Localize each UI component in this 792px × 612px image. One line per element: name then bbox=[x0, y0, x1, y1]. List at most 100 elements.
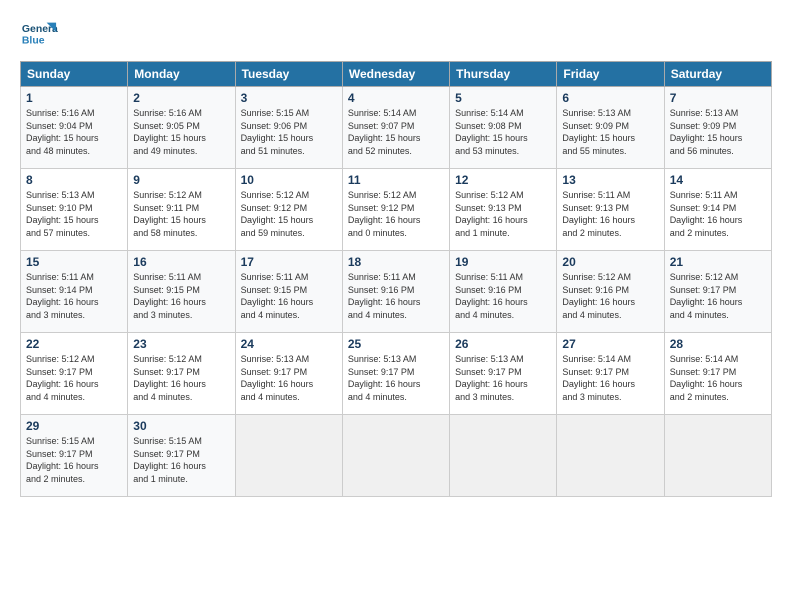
calendar-cell: 15 Sunrise: 5:11 AMSunset: 9:14 PMDayligh… bbox=[21, 251, 128, 333]
cell-info: Sunrise: 5:11 AMSunset: 9:15 PMDaylight:… bbox=[133, 272, 206, 320]
cell-info: Sunrise: 5:14 AMSunset: 9:08 PMDaylight:… bbox=[455, 108, 528, 156]
cell-info: Sunrise: 5:12 AMSunset: 9:16 PMDaylight:… bbox=[562, 272, 635, 320]
calendar-cell: 30 Sunrise: 5:15 AMSunset: 9:17 PMDayligh… bbox=[128, 415, 235, 497]
day-number: 30 bbox=[133, 419, 229, 433]
calendar-cell: 5 Sunrise: 5:14 AMSunset: 9:08 PMDaylight… bbox=[450, 87, 557, 169]
calendar-cell: 1 Sunrise: 5:16 AMSunset: 9:04 PMDaylight… bbox=[21, 87, 128, 169]
cell-info: Sunrise: 5:13 AMSunset: 9:17 PMDaylight:… bbox=[241, 354, 314, 402]
day-number: 23 bbox=[133, 337, 229, 351]
calendar-cell: 22 Sunrise: 5:12 AMSunset: 9:17 PMDayligh… bbox=[21, 333, 128, 415]
day-number: 26 bbox=[455, 337, 551, 351]
day-number: 20 bbox=[562, 255, 658, 269]
calendar-cell: 14 Sunrise: 5:11 AMSunset: 9:14 PMDayligh… bbox=[664, 169, 771, 251]
cell-info: Sunrise: 5:11 AMSunset: 9:16 PMDaylight:… bbox=[455, 272, 528, 320]
day-number: 25 bbox=[348, 337, 444, 351]
day-number: 29 bbox=[26, 419, 122, 433]
calendar-cell: 18Sunrise: 5:11 AMSunset: 9:16 PMDayligh… bbox=[342, 251, 449, 333]
calendar-cell bbox=[235, 415, 342, 497]
cell-info: Sunrise: 5:12 AMSunset: 9:17 PMDaylight:… bbox=[133, 354, 206, 402]
calendar-cell: 26 Sunrise: 5:13 AMSunset: 9:17 PMDayligh… bbox=[450, 333, 557, 415]
cell-info: Sunrise: 5:15 AMSunset: 9:17 PMDaylight:… bbox=[133, 436, 206, 484]
cell-info: Sunrise: 5:15 AMSunset: 9:06 PMDaylight:… bbox=[241, 108, 314, 156]
cell-info: Sunrise: 5:13 AMSunset: 9:17 PMDaylight:… bbox=[455, 354, 528, 402]
cell-info: Sunrise: 5:12 AMSunset: 9:12 PMDaylight:… bbox=[241, 190, 314, 238]
day-number: 27 bbox=[562, 337, 658, 351]
day-number: 18 bbox=[348, 255, 444, 269]
day-number: 14 bbox=[670, 173, 766, 187]
header-cell-sunday: Sunday bbox=[21, 62, 128, 87]
calendar-cell: 4 Sunrise: 5:14 AMSunset: 9:07 PMDaylight… bbox=[342, 87, 449, 169]
week-row-1: 1 Sunrise: 5:16 AMSunset: 9:04 PMDaylight… bbox=[21, 87, 772, 169]
header: General Blue bbox=[20, 15, 772, 53]
page: General Blue SundayMondayTuesdayWednesda… bbox=[0, 0, 792, 612]
day-number: 9 bbox=[133, 173, 229, 187]
day-number: 11 bbox=[348, 173, 444, 187]
calendar-cell: 11Sunrise: 5:12 AMSunset: 9:12 PMDayligh… bbox=[342, 169, 449, 251]
header-row: SundayMondayTuesdayWednesdayThursdayFrid… bbox=[21, 62, 772, 87]
calendar-cell: 17 Sunrise: 5:11 AMSunset: 9:15 PMDayligh… bbox=[235, 251, 342, 333]
day-number: 28 bbox=[670, 337, 766, 351]
calendar-cell: 9 Sunrise: 5:12 AMSunset: 9:11 PMDaylight… bbox=[128, 169, 235, 251]
calendar-cell: 12 Sunrise: 5:12 AMSunset: 9:13 PMDayligh… bbox=[450, 169, 557, 251]
cell-info: Sunrise: 5:11 AMSunset: 9:13 PMDaylight:… bbox=[562, 190, 635, 238]
header-cell-saturday: Saturday bbox=[664, 62, 771, 87]
day-number: 10 bbox=[241, 173, 337, 187]
cell-info: Sunrise: 5:12 AMSunset: 9:17 PMDaylight:… bbox=[26, 354, 99, 402]
day-number: 12 bbox=[455, 173, 551, 187]
cell-info: Sunrise: 5:12 AMSunset: 9:11 PMDaylight:… bbox=[133, 190, 206, 238]
logo: General Blue bbox=[20, 15, 58, 53]
calendar-cell bbox=[342, 415, 449, 497]
day-number: 24 bbox=[241, 337, 337, 351]
day-number: 5 bbox=[455, 91, 551, 105]
cell-info: Sunrise: 5:14 AMSunset: 9:07 PMDaylight:… bbox=[348, 108, 421, 156]
calendar-cell bbox=[664, 415, 771, 497]
calendar-cell: 28 Sunrise: 5:14 AMSunset: 9:17 PMDayligh… bbox=[664, 333, 771, 415]
cell-info: Sunrise: 5:16 AMSunset: 9:04 PMDaylight:… bbox=[26, 108, 99, 156]
day-number: 1 bbox=[26, 91, 122, 105]
cell-info: Sunrise: 5:11 AMSunset: 9:14 PMDaylight:… bbox=[26, 272, 99, 320]
cell-info: Sunrise: 5:12 AMSunset: 9:17 PMDaylight:… bbox=[670, 272, 743, 320]
calendar-cell: 21 Sunrise: 5:12 AMSunset: 9:17 PMDayligh… bbox=[664, 251, 771, 333]
week-row-2: 8Sunrise: 5:13 AMSunset: 9:10 PMDaylight… bbox=[21, 169, 772, 251]
day-number: 6 bbox=[562, 91, 658, 105]
calendar-cell: 19 Sunrise: 5:11 AMSunset: 9:16 PMDayligh… bbox=[450, 251, 557, 333]
calendar-cell bbox=[557, 415, 664, 497]
week-row-3: 15 Sunrise: 5:11 AMSunset: 9:14 PMDayligh… bbox=[21, 251, 772, 333]
cell-info: Sunrise: 5:13 AMSunset: 9:09 PMDaylight:… bbox=[562, 108, 635, 156]
day-number: 2 bbox=[133, 91, 229, 105]
week-row-5: 29 Sunrise: 5:15 AMSunset: 9:17 PMDayligh… bbox=[21, 415, 772, 497]
calendar-cell bbox=[450, 415, 557, 497]
calendar-cell: 3 Sunrise: 5:15 AMSunset: 9:06 PMDaylight… bbox=[235, 87, 342, 169]
calendar-cell: 2 Sunrise: 5:16 AMSunset: 9:05 PMDaylight… bbox=[128, 87, 235, 169]
day-number: 3 bbox=[241, 91, 337, 105]
day-number: 15 bbox=[26, 255, 122, 269]
header-cell-thursday: Thursday bbox=[450, 62, 557, 87]
day-number: 16 bbox=[133, 255, 229, 269]
calendar-cell: 29 Sunrise: 5:15 AMSunset: 9:17 PMDayligh… bbox=[21, 415, 128, 497]
header-cell-friday: Friday bbox=[557, 62, 664, 87]
cell-info: Sunrise: 5:16 AMSunset: 9:05 PMDaylight:… bbox=[133, 108, 206, 156]
calendar-cell: 13Sunrise: 5:11 AMSunset: 9:13 PMDayligh… bbox=[557, 169, 664, 251]
cell-info: Sunrise: 5:11 AMSunset: 9:14 PMDaylight:… bbox=[670, 190, 743, 238]
day-number: 4 bbox=[348, 91, 444, 105]
cell-info: Sunrise: 5:15 AMSunset: 9:17 PMDaylight:… bbox=[26, 436, 99, 484]
calendar-cell: 24 Sunrise: 5:13 AMSunset: 9:17 PMDayligh… bbox=[235, 333, 342, 415]
cell-info: Sunrise: 5:14 AMSunset: 9:17 PMDaylight:… bbox=[670, 354, 743, 402]
cell-info: Sunrise: 5:14 AMSunset: 9:17 PMDaylight:… bbox=[562, 354, 635, 402]
week-row-4: 22 Sunrise: 5:12 AMSunset: 9:17 PMDayligh… bbox=[21, 333, 772, 415]
cell-info: Sunrise: 5:11 AMSunset: 9:15 PMDaylight:… bbox=[241, 272, 314, 320]
day-number: 21 bbox=[670, 255, 766, 269]
calendar-cell: 27 Sunrise: 5:14 AMSunset: 9:17 PMDayligh… bbox=[557, 333, 664, 415]
calendar-cell: 23 Sunrise: 5:12 AMSunset: 9:17 PMDayligh… bbox=[128, 333, 235, 415]
header-cell-wednesday: Wednesday bbox=[342, 62, 449, 87]
calendar-table: SundayMondayTuesdayWednesdayThursdayFrid… bbox=[20, 61, 772, 497]
calendar-cell: 20 Sunrise: 5:12 AMSunset: 9:16 PMDayligh… bbox=[557, 251, 664, 333]
day-number: 22 bbox=[26, 337, 122, 351]
cell-info: Sunrise: 5:12 AMSunset: 9:13 PMDaylight:… bbox=[455, 190, 528, 238]
calendar-cell: 25Sunrise: 5:13 AMSunset: 9:17 PMDayligh… bbox=[342, 333, 449, 415]
day-number: 17 bbox=[241, 255, 337, 269]
day-number: 19 bbox=[455, 255, 551, 269]
svg-text:Blue: Blue bbox=[22, 36, 45, 47]
calendar-cell: 10 Sunrise: 5:12 AMSunset: 9:12 PMDayligh… bbox=[235, 169, 342, 251]
day-number: 7 bbox=[670, 91, 766, 105]
